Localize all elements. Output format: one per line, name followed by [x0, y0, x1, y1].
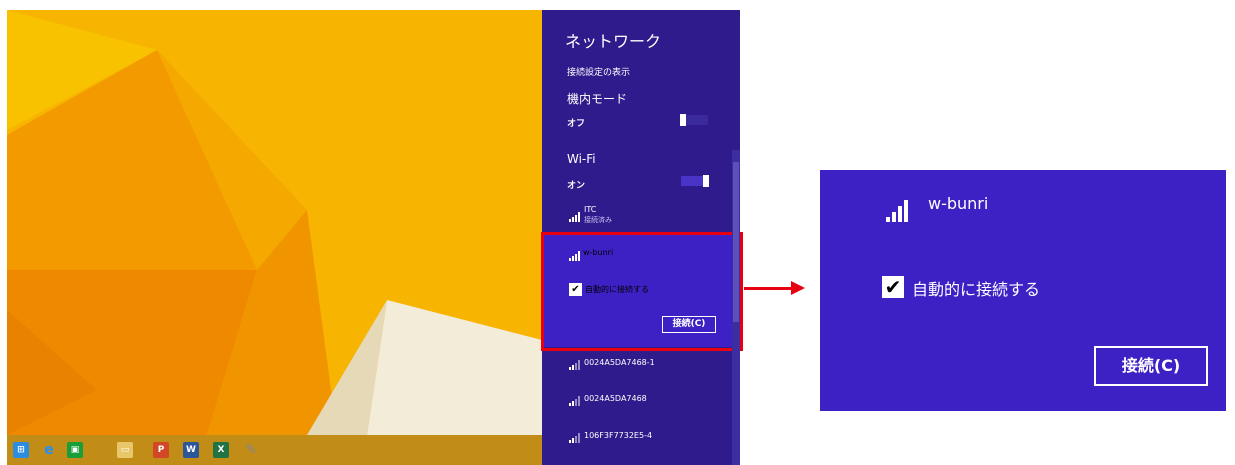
network-ssid: 106F3F7732E5-4 [584, 431, 653, 440]
word-icon[interactable]: W [183, 442, 199, 458]
callout-arrow-icon [791, 281, 805, 295]
desktop-background: ⊞ e ▣ ▭ P W X ✎ [7, 10, 542, 465]
connect-button[interactable]: 接続(C) [1094, 346, 1208, 386]
network-ssid: ITC [584, 205, 597, 214]
wifi-signal-icon [569, 396, 581, 406]
file-explorer-icon[interactable]: ▭ [117, 442, 133, 458]
zoomed-network-detail: w-bunri ✔ 自動的に接続する 接続(C) [820, 170, 1226, 411]
wifi-signal-icon [569, 212, 581, 222]
network-ssid: 0024A5DA7468-1 [584, 358, 655, 367]
airplane-mode-toggle[interactable] [680, 114, 708, 126]
panel-scrollbar[interactable] [732, 150, 740, 465]
airplane-mode-state: オフ [567, 119, 586, 129]
zoom-ssid: w-bunri [928, 194, 989, 213]
scroll-thumb[interactable] [733, 162, 739, 322]
paint-icon[interactable]: ✎ [243, 442, 259, 458]
wifi-signal-icon [569, 360, 581, 370]
network-ssid: 0024A5DA7468 [584, 394, 647, 403]
highlight-box [541, 232, 743, 351]
airplane-mode-label: 機内モード [567, 92, 628, 106]
view-connection-settings-link[interactable]: 接続設定の表示 [567, 65, 630, 78]
powerpoint-icon[interactable]: P [153, 442, 169, 458]
network-item-106f3f7732e5-4[interactable]: 106F3F7732E5-4 [542, 420, 732, 456]
internet-explorer-icon[interactable]: e [41, 442, 57, 458]
network-status: 接続済み [584, 216, 612, 224]
wifi-signal-icon [886, 198, 912, 222]
wifi-signal-icon [569, 433, 581, 443]
excel-icon[interactable]: X [213, 442, 229, 458]
wifi-label: Wi-Fi [567, 152, 596, 166]
panel-title: ネットワーク [565, 32, 662, 51]
network-item-0024a5da7468-1[interactable]: 0024A5DA7468-1 [542, 348, 732, 384]
wifi-state: オン [567, 181, 586, 191]
auto-connect-checkbox[interactable]: ✔ [882, 276, 904, 298]
store-icon[interactable]: ▣ [67, 442, 83, 458]
windows-start-icon[interactable]: ⊞ [13, 442, 29, 458]
network-item-0024a5da7468[interactable]: 0024A5DA7468 [542, 384, 732, 420]
callout-arrow-line [744, 287, 794, 290]
wifi-toggle[interactable] [681, 175, 709, 187]
taskbar: ⊞ e ▣ ▭ P W X ✎ [7, 435, 542, 465]
auto-connect-label: 自動的に接続する [912, 280, 1041, 299]
desktop-wallpaper [7, 10, 542, 465]
